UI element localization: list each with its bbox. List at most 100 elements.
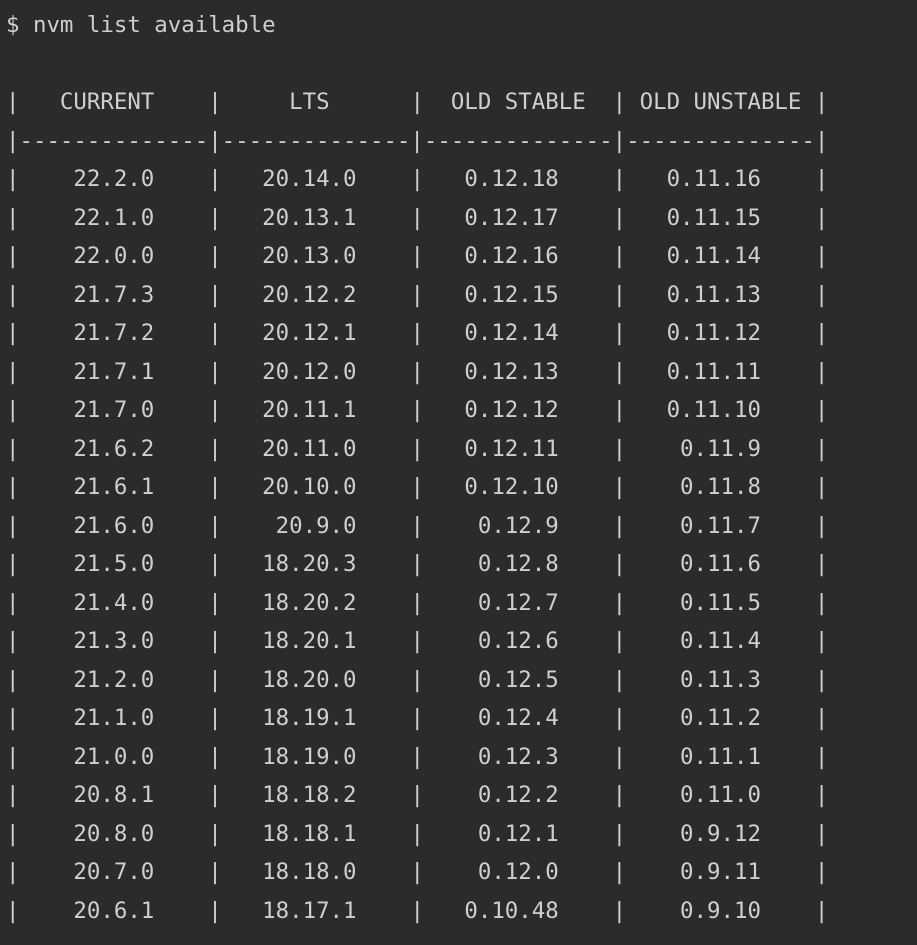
table-row: | 22.1.0 | 20.13.1 | 0.12.17 | 0.11.15 | — [6, 199, 917, 238]
column-divider: | — [410, 782, 424, 808]
column-divider: | — [612, 666, 627, 693]
column-divider: | — [410, 474, 424, 500]
table-row: | 20.6.1 | 18.17.1 | 0.10.48 | 0.9.10 | — [6, 892, 917, 931]
table-row: | 21.1.0 | 18.19.1 | 0.12.4 | 0.11.2 | — [6, 699, 917, 738]
column-divider: | — [612, 782, 627, 808]
column-divider: | — [410, 397, 424, 423]
column-divider: | — [6, 89, 20, 115]
column-divider: | — [612, 628, 627, 654]
version-cell: 21.7.3 — [19, 281, 209, 308]
column-divider: | — [208, 474, 222, 500]
table-row: | 21.6.0 | 20.9.0 | 0.12.9 | 0.11.7 | — [6, 507, 917, 546]
table-row: | 21.7.3 | 20.12.2 | 0.12.15 | 0.11.13 | — [6, 276, 917, 315]
column-divider: | — [208, 281, 222, 308]
column-divider: | — [612, 589, 627, 616]
version-cell: 0.11.15 — [626, 204, 815, 231]
version-cell: 20.11.1 — [221, 397, 411, 423]
version-cell: 18.18.1 — [221, 820, 411, 847]
version-cell: 0.12.4 — [423, 705, 613, 731]
version-cell: 0.11.6 — [626, 551, 815, 577]
column-divider: | — [814, 435, 829, 462]
column-divider: | — [612, 166, 627, 192]
version-cell: 20.12.1 — [221, 320, 411, 346]
version-cell: 21.6.2 — [19, 435, 209, 462]
version-cell: 0.9.12 — [626, 820, 815, 847]
column-divider: | — [208, 897, 222, 924]
version-cell: 0.12.8 — [423, 551, 613, 577]
column-divider: | — [410, 551, 424, 577]
header-cell: OLD STABLE — [423, 89, 613, 115]
version-cell: 18.19.1 — [221, 705, 411, 731]
column-divider: | — [612, 281, 627, 308]
column-divider: | — [6, 666, 20, 693]
column-divider: | — [814, 397, 829, 423]
version-cell: 21.6.1 — [19, 474, 209, 500]
column-divider: | — [814, 166, 829, 192]
column-divider: | — [208, 589, 222, 616]
column-divider: | — [814, 320, 829, 346]
table-row: | 21.7.2 | 20.12.1 | 0.12.14 | 0.11.12 | — [6, 314, 917, 353]
column-divider: | — [6, 281, 20, 308]
column-divider: | — [612, 551, 627, 577]
column-divider: | — [208, 551, 222, 577]
version-cell: 20.9.0 — [221, 512, 411, 539]
column-divider: | — [814, 859, 829, 885]
column-divider: | — [6, 782, 20, 808]
version-cell: 0.12.7 — [423, 589, 613, 616]
column-divider: | — [6, 743, 20, 770]
column-divider: | — [6, 512, 20, 539]
column-divider: | — [814, 743, 829, 770]
column-divider: | — [612, 705, 627, 731]
table-row: | 21.5.0 | 18.20.3 | 0.12.8 | 0.11.6 | — [6, 545, 917, 584]
version-cell: 18.20.0 — [221, 666, 411, 693]
column-divider: | — [6, 204, 20, 231]
column-divider: | — [612, 204, 627, 231]
column-divider: | — [410, 666, 424, 693]
version-cell: 0.12.17 — [423, 204, 613, 231]
version-cell: 18.20.2 — [221, 589, 411, 616]
column-divider: | — [208, 512, 222, 539]
column-divider: | — [612, 859, 627, 885]
version-cell: 18.17.1 — [221, 897, 411, 924]
version-cell: 0.12.15 — [423, 281, 613, 308]
version-cell: 0.12.12 — [423, 397, 613, 423]
version-cell: 22.2.0 — [19, 166, 209, 192]
column-divider: | — [814, 204, 829, 231]
version-cell: 0.11.9 — [626, 435, 815, 462]
version-cell: 21.3.0 — [19, 628, 209, 654]
version-cell: 20.12.0 — [221, 358, 411, 385]
column-divider: | — [208, 397, 222, 423]
column-divider: | — [208, 166, 222, 192]
version-cell: 0.12.3 — [423, 743, 613, 770]
version-cell: 0.12.0 — [423, 859, 613, 885]
column-divider: | — [6, 551, 20, 577]
column-divider: | — [612, 512, 627, 539]
version-cell: 0.11.5 — [626, 589, 815, 616]
column-divider: | — [612, 320, 627, 346]
table-row: | 21.0.0 | 18.19.0 | 0.12.3 | 0.11.1 | — [6, 738, 917, 777]
table-row: | 20.7.0 | 18.18.0 | 0.12.0 | 0.9.11 | — [6, 853, 917, 892]
version-cell: 0.11.1 — [626, 743, 815, 770]
version-cell: 0.11.10 — [626, 397, 815, 423]
version-cell: 20.12.2 — [221, 281, 411, 308]
version-cell: 21.7.0 — [19, 397, 209, 423]
version-cell: 21.2.0 — [19, 666, 209, 693]
header-cell: CURRENT — [19, 89, 209, 115]
version-cell: 0.12.16 — [423, 243, 613, 269]
table-row: | 21.7.0 | 20.11.1 | 0.12.12 | 0.11.10 | — [6, 391, 917, 430]
column-divider: | — [410, 705, 424, 731]
column-divider: | — [410, 89, 424, 115]
column-divider: | — [6, 628, 20, 654]
column-divider: | — [410, 897, 424, 924]
column-divider: | — [208, 705, 222, 731]
version-cell: 0.12.14 — [423, 320, 613, 346]
version-cell: 21.7.1 — [19, 358, 209, 385]
version-cell: 20.6.1 — [19, 897, 209, 924]
column-divider: | — [612, 897, 627, 924]
terminal-window[interactable]: $ nvm list available | CURRENT | LTS | O… — [0, 0, 917, 945]
column-divider: | — [612, 743, 627, 770]
column-divider: | — [814, 281, 829, 308]
version-cell: 18.18.0 — [221, 859, 411, 885]
version-cell: 20.13.1 — [221, 204, 411, 231]
column-divider: | — [814, 820, 829, 847]
